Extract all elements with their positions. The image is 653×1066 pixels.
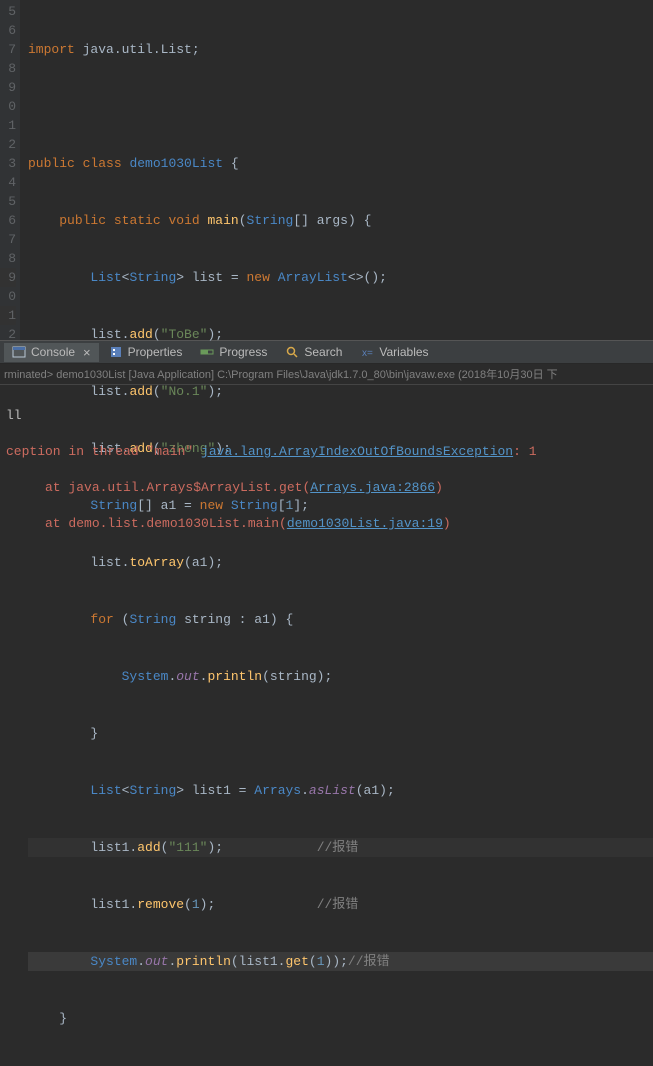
progress-icon: [200, 345, 214, 359]
code-line: list.add("No.1");: [28, 382, 653, 401]
code-line: String[] a1 = new String[1];: [28, 496, 653, 515]
code-line: import java.util.List;: [28, 40, 653, 59]
stack-link[interactable]: demo1030List.java:19: [287, 516, 443, 531]
code-line: public class demo1030List {: [28, 154, 653, 173]
tab-progress[interactable]: Progress: [192, 343, 275, 361]
code-line: System.out.println(string);: [28, 667, 653, 686]
code-line: list.add("ToBe");: [28, 325, 653, 344]
launch-status: rminated> demo1030List [Java Application…: [0, 364, 653, 385]
code-line: list1.add("111"); //报错: [28, 838, 653, 857]
tab-console[interactable]: Console ×: [4, 343, 99, 362]
stack-link[interactable]: Arrays.java:2866: [310, 480, 435, 495]
line-gutter: 5 6 7 8 9 0 1 2 3 4 5 6 7 8 9 0 1 2: [0, 0, 20, 340]
code-line: for (String string : a1) {: [28, 610, 653, 629]
tab-variables[interactable]: x= Variables: [352, 343, 436, 361]
code-line: }: [28, 1009, 653, 1028]
code-line: System.out.println(list1.get(1));//报错: [28, 952, 653, 971]
code-line: }: [28, 724, 653, 743]
code-line: list.toArray(a1);: [28, 553, 653, 572]
code-line: List<String> list1 = Arrays.asList(a1);: [28, 781, 653, 800]
tab-search[interactable]: Search: [277, 343, 350, 361]
code-line: public static void main(String[] args) {: [28, 211, 653, 230]
code-line: List<String> list = new ArrayList<>();: [28, 268, 653, 287]
properties-icon: [109, 345, 123, 359]
code-editor[interactable]: 5 6 7 8 9 0 1 2 3 4 5 6 7 8 9 0 1 2 impo…: [0, 0, 653, 340]
tab-properties[interactable]: Properties: [101, 343, 191, 361]
console-icon: [12, 345, 26, 359]
search-icon: [285, 345, 299, 359]
exception-link[interactable]: java.lang.ArrayIndexOutOfBoundsException: [201, 444, 513, 459]
code-line: list1.remove(1); //报错: [28, 895, 653, 914]
variables-icon: x=: [360, 345, 374, 359]
close-icon[interactable]: ×: [83, 345, 91, 360]
code-area[interactable]: import java.util.List; public class demo…: [20, 0, 653, 340]
svg-text:x=: x=: [362, 348, 373, 359]
